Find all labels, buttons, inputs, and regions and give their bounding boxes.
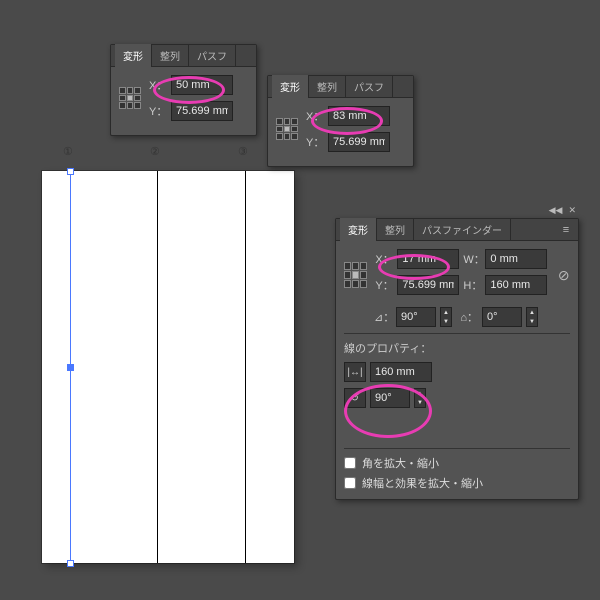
spinner-up-icon: ▲ [529,310,535,316]
y-input[interactable] [171,101,233,121]
marker-2: ② [150,145,160,158]
line-length-icon: |↔| [344,362,366,382]
w-label: W： [463,251,481,267]
transform-panel-small-1: 変形 整列 パスフ X： Y： [110,44,257,136]
reference-point-grid[interactable] [119,87,141,109]
tab-label: 変形 [348,226,368,237]
x-label: X： [306,108,324,124]
h-label: H： [463,277,481,293]
spinner-down-icon: ▼ [443,319,449,325]
transform-panel-small-2: 変形 整列 パスフ X： Y： [267,75,414,167]
tab-pathf[interactable]: パスフ [189,44,236,67]
guide-line-2[interactable] [157,171,158,563]
tab-pathf[interactable]: パスフ [346,75,393,98]
tab-transform[interactable]: 変形 [115,44,152,67]
y-input[interactable] [328,132,390,152]
tab-align[interactable]: 整列 [152,44,189,67]
collapse-icon[interactable]: ◀◀ [547,205,565,216]
line-handle-bottom[interactable] [67,560,74,567]
divider [344,448,570,449]
line-handle-top[interactable] [67,168,74,175]
h-input[interactable] [485,275,547,295]
tab-label: パスフ [197,52,227,63]
panel-header[interactable]: 変形 整列 パスフ [268,76,413,98]
panel-menu-icon[interactable]: ≡ [558,224,574,236]
checkbox-label: 線幅と効果を拡大・縮小 [362,475,483,491]
shear-label: ⌂： [456,309,478,325]
tab-label: パスフ [354,83,384,94]
line-angle-icon: ↺ [344,388,366,408]
tab-transform[interactable]: 変形 [272,75,309,98]
tab-label: 整列 [385,226,405,237]
tab-align[interactable]: 整列 [377,218,414,241]
y-label: Y： [149,103,167,119]
x-label: X： [149,77,167,93]
y-label: Y： [306,134,324,150]
guide-line-3[interactable] [245,171,246,563]
angle-spinner[interactable]: ▲▼ [414,388,426,408]
tab-label: パスファインダー [422,226,502,237]
line-props-heading: 線のプロパティ： [344,340,570,356]
checkbox-input[interactable] [344,477,356,489]
shear-input[interactable] [482,307,522,327]
rotate-label: ⊿： [374,309,392,325]
tab-label: 変形 [123,52,143,63]
scale-corners-checkbox[interactable]: 角を拡大・縮小 [344,455,570,471]
x-input[interactable] [171,75,233,95]
line-angle-input[interactable] [370,388,410,408]
tab-label: 整列 [160,52,180,63]
reference-point-grid[interactable] [344,262,367,288]
x-label: X： [375,251,393,267]
x-input[interactable] [328,106,390,126]
checkbox-input[interactable] [344,457,356,469]
x-input[interactable] [397,249,459,269]
y-input[interactable] [397,275,459,295]
shear-spinner[interactable]: ▲▼ [526,307,538,327]
tab-label: 整列 [317,83,337,94]
marker-1: ① [63,145,73,158]
marker-3: ③ [238,145,248,158]
rotate-input[interactable] [396,307,436,327]
tab-pathfinder[interactable]: パスファインダー [414,218,511,241]
spinner-up-icon: ▲ [417,391,423,397]
reference-point-grid[interactable] [276,118,298,140]
spinner-up-icon: ▲ [443,310,449,316]
spinner-down-icon: ▼ [417,400,423,406]
close-icon[interactable]: ✕ [566,205,578,216]
spinner-down-icon: ▼ [529,319,535,325]
w-input[interactable] [485,249,547,269]
line-handle-mid[interactable] [67,364,74,371]
y-label: Y： [375,277,393,293]
constrain-link-icon[interactable]: ⊘ [557,261,570,289]
divider [344,333,570,334]
scale-strokes-checkbox[interactable]: 線幅と効果を拡大・縮小 [344,475,570,491]
artboard [42,171,294,563]
panel-header[interactable]: 変形 整列 パスフ [111,45,256,67]
transform-panel-large: ◀◀ ✕ 変形 整列 パスファインダー ≡ X： W： Y： [335,218,579,500]
checkbox-label: 角を拡大・縮小 [362,455,439,471]
tab-label: 変形 [280,83,300,94]
panel-header[interactable]: 変形 整列 パスファインダー ≡ [336,219,578,241]
tab-align[interactable]: 整列 [309,75,346,98]
rotate-spinner[interactable]: ▲▼ [440,307,452,327]
line-length-input[interactable] [370,362,432,382]
tab-transform[interactable]: 変形 [340,218,377,241]
